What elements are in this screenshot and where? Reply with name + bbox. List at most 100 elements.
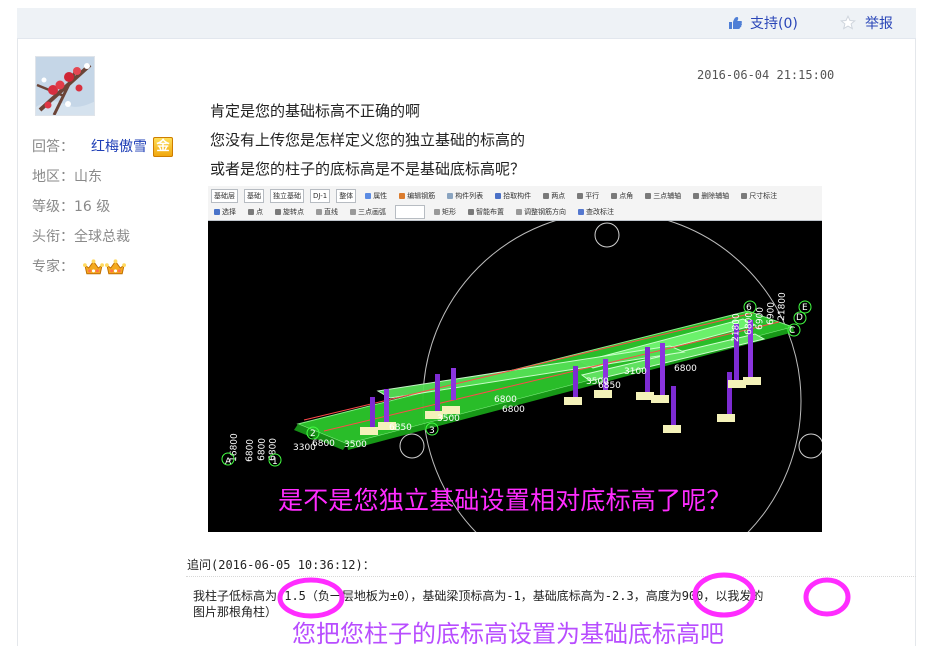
toolbar-label: 智能布置 xyxy=(476,208,504,216)
toolbar-delete-axis[interactable]: 删除辅轴 xyxy=(690,189,732,203)
answer-text: 肯定是您的基础标高不正确的啊 您没有上传您是怎样定义您的独立基础的标高的 或者是… xyxy=(210,97,830,184)
toolbar-icon xyxy=(645,193,652,199)
toolbar-icon xyxy=(214,209,220,215)
region-row: 地区： 山东 xyxy=(32,162,182,192)
user-info: 回答： 红梅傲雪 金 地区： 山东 等级： 16 级 头衔： 全球总裁 专家： xyxy=(32,132,182,282)
expert-crowns xyxy=(83,259,126,277)
toolbar-icon xyxy=(543,193,550,199)
username-link[interactable]: 红梅傲雪 xyxy=(91,132,147,162)
title-row: 头衔： 全球总裁 xyxy=(32,222,182,252)
toolbar-select-category[interactable]: 基础 xyxy=(244,189,264,203)
vertical-dimension: 16800 xyxy=(229,433,240,462)
toolbar-label: 基础层 xyxy=(214,192,235,200)
toolbar-label: 编辑钢筋 xyxy=(407,192,436,200)
support-label: 支持(0) xyxy=(750,16,798,32)
toolbar-icon xyxy=(275,209,281,215)
star-icon xyxy=(840,15,856,30)
region-value: 山东 xyxy=(74,169,102,185)
answer-line-1: 肯定是您的基础标高不正确的啊 xyxy=(210,102,421,120)
toolbar-label: 独立基础 xyxy=(273,192,301,200)
toolbar-rotate-point[interactable]: 旋转点 xyxy=(272,205,307,219)
toolbar-icon xyxy=(399,193,406,199)
avatar-image xyxy=(36,57,94,115)
toolbar-select-floor[interactable]: 基础层 xyxy=(211,189,238,203)
toolbar-point[interactable]: 点 xyxy=(245,205,266,219)
toolbar-icon xyxy=(350,209,356,215)
dimension-label: 3500 xyxy=(437,414,460,424)
report-label: 举报 xyxy=(865,16,893,32)
answer-line-3: 或者是您的柱子的底标高是不是基础底标高呢？ xyxy=(210,160,526,178)
toolbar-properties[interactable]: 属性 xyxy=(362,189,390,203)
toolbar-icon xyxy=(577,193,584,199)
expert-label: 专家： xyxy=(32,259,74,275)
dimension-label: 6800 xyxy=(494,395,517,405)
toolbar-select-code[interactable]: DJ-1 xyxy=(310,189,331,203)
toolbar-label: 点 xyxy=(256,208,263,216)
toolbar-adjust-rebar[interactable]: 调整钢筋方向 xyxy=(513,205,569,219)
crown-icon xyxy=(105,259,126,275)
toolbar-label: 拾取构件 xyxy=(503,192,532,200)
screenshot-caption: 是不是您独立基础设置相对底标高了呢？ xyxy=(278,486,732,515)
cad-toolbar: 基础层 基础 独立基础 DJ-1 整体 属性 编辑钢筋 构件列表 拾取构件 两点… xyxy=(208,186,822,221)
dimension-label: 3500 xyxy=(344,440,367,450)
region-label: 地区： xyxy=(32,169,74,185)
toolbar-label: 直线 xyxy=(324,208,338,216)
toolbar-smart-place[interactable]: 智能布置 xyxy=(465,205,507,219)
toolbar-edit-rebar[interactable]: 编辑钢筋 xyxy=(396,189,438,203)
level-label: 等级： xyxy=(32,199,74,215)
report-button[interactable]: 举报 xyxy=(840,14,893,32)
toolbar-label: 查改标注 xyxy=(586,208,614,216)
toolbar-three-point-axis[interactable]: 三点辅轴 xyxy=(642,189,684,203)
vertical-dimension: 6800 xyxy=(245,439,256,463)
toolbar-label: 构件列表 xyxy=(455,192,484,200)
toolbar-label: 三点画弧 xyxy=(358,208,386,216)
toolbar-select[interactable]: 选择 xyxy=(211,205,239,219)
toolbar-icon xyxy=(434,209,440,215)
support-button[interactable]: 支持(0) xyxy=(727,14,798,32)
toolbar-label: 整体 xyxy=(339,192,354,200)
toolbar-two-point[interactable]: 两点 xyxy=(540,189,568,203)
dimension-label: 3100 xyxy=(624,367,647,377)
avatar[interactable] xyxy=(35,56,95,116)
toolbar-icon xyxy=(495,193,502,199)
toolbar-icon xyxy=(516,209,522,215)
crown-icon xyxy=(83,259,104,275)
toolbar-point-angle[interactable]: 点角 xyxy=(608,189,636,203)
toolbar-blank-field[interactable] xyxy=(395,205,425,219)
toolbar-icon xyxy=(316,209,322,215)
axis-label-d: D xyxy=(796,313,803,323)
toolbar-select-component[interactable]: 独立基础 xyxy=(270,189,304,203)
page: 支持(0) 举报 回答： 红梅傲雪 金 地区： 山东 等级： 16 级 头衔： … xyxy=(0,0,951,646)
toolbar-icon xyxy=(365,193,372,199)
toolbar-row-1: 基础层 基础 独立基础 DJ-1 整体 属性 编辑钢筋 构件列表 拾取构件 两点… xyxy=(211,188,780,204)
toolbar-select-mode[interactable]: 整体 xyxy=(336,189,357,203)
toolbar-parallel[interactable]: 平行 xyxy=(574,189,602,203)
toolbar-label: 旋转点 xyxy=(283,208,304,216)
toolbar-check-annotation[interactable]: 查改标注 xyxy=(575,205,617,219)
vertical-dimension: 21800 xyxy=(731,313,742,342)
dimension-label: 6800 xyxy=(312,439,335,449)
post-timestamp: 2016-06-04 21:15:00 xyxy=(697,68,835,82)
toolbar-label: 矩形 xyxy=(442,208,456,216)
toolbar-label: 基础 xyxy=(247,192,261,200)
toolbar-label: 调整钢筋方向 xyxy=(524,208,566,216)
toolbar-label: 尺寸标注 xyxy=(749,192,778,200)
title-label: 头衔： xyxy=(32,229,74,245)
toolbar-icon xyxy=(741,193,748,199)
toolbar-label: 两点 xyxy=(551,192,566,200)
toolbar-pick-component[interactable]: 拾取构件 xyxy=(492,189,534,203)
axis-label-6: 6 xyxy=(746,303,752,313)
level-row: 等级： 16 级 xyxy=(32,192,182,222)
toolbar-label: 三点辅轴 xyxy=(653,192,682,200)
dimension-label: 6850 xyxy=(598,381,621,391)
toolbar-component-list[interactable]: 构件列表 xyxy=(444,189,486,203)
toolbar-icon xyxy=(611,193,618,199)
toolbar-dimension[interactable]: 尺寸标注 xyxy=(738,189,780,203)
toolbar-line[interactable]: 直线 xyxy=(313,205,341,219)
toolbar-arc[interactable]: 三点画弧 xyxy=(347,205,389,219)
vertical-dimension: 6800 xyxy=(744,312,755,336)
vertical-dimension: 21800 xyxy=(777,292,788,321)
followup-line-1: 我柱子低标高为-1.5（负一层地板为±0），基础梁顶标高为-1，基础底标高为-2… xyxy=(193,589,764,603)
vertical-dimension: 6900 xyxy=(766,302,777,326)
toolbar-rectangle[interactable]: 矩形 xyxy=(431,205,459,219)
